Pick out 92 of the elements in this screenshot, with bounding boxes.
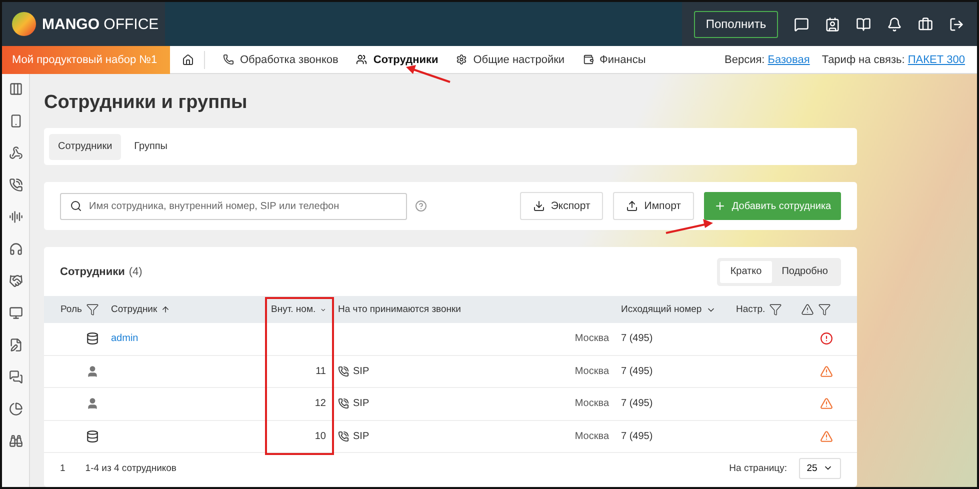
database-icon <box>86 430 99 443</box>
headset-icon[interactable] <box>8 242 22 256</box>
contact-icon[interactable] <box>825 16 840 32</box>
search-icon <box>70 200 82 212</box>
plus-icon <box>714 200 726 212</box>
column-header[interactable]: Настр. <box>736 304 766 315</box>
pagination-summary: 1-4 из 4 сотрудников <box>85 462 176 474</box>
page-title: Сотрудники и группы <box>44 92 248 114</box>
column-header[interactable]: Исходящий номер <box>621 304 702 315</box>
warning-icon <box>820 430 832 443</box>
filter-icon[interactable] <box>86 303 99 316</box>
binoculars-icon[interactable] <box>8 434 22 448</box>
briefcase-icon[interactable] <box>918 16 933 32</box>
help-icon[interactable] <box>415 200 427 212</box>
version-label: Версия: <box>724 54 765 66</box>
search-field[interactable]: Имя сотрудника, внутренний номер, SIP или телефон <box>60 192 407 220</box>
handshake-icon[interactable] <box>8 274 22 288</box>
tab[interactable]: Группы <box>125 134 176 160</box>
warning-icon <box>820 397 832 410</box>
person-icon <box>86 397 99 410</box>
edit-icon[interactable] <box>8 338 22 352</box>
outgoing-number: 7 (495) <box>621 430 653 442</box>
phone-call-icon[interactable] <box>8 178 22 192</box>
extension-number: 12 <box>314 398 326 410</box>
tariff-link[interactable]: ПАКЕТ 300 <box>908 54 965 66</box>
outgoing-number: 7 (495) <box>621 333 653 344</box>
column-header[interactable]: На что принимаются звонки <box>338 304 461 315</box>
sort-icon[interactable] <box>161 305 170 314</box>
chat-icon[interactable] <box>794 16 809 32</box>
phone-call-icon <box>338 398 349 410</box>
column-header[interactable]: Роль <box>60 304 82 315</box>
error-icon <box>820 332 832 346</box>
extension-number: 10 <box>314 430 326 442</box>
nav-item[interactable]: Обработка звонков <box>223 54 338 66</box>
webhook-icon[interactable] <box>8 146 22 160</box>
wallet-icon <box>582 54 594 65</box>
users-icon <box>356 54 368 65</box>
sound-wave-icon[interactable] <box>8 210 22 224</box>
tariff-label: Тариф на связь: <box>822 54 905 66</box>
phone-icon[interactable] <box>8 114 22 128</box>
settings-icon <box>456 54 468 65</box>
route-text: SIP <box>353 430 370 442</box>
pointer-arrow <box>406 65 450 83</box>
upload-icon <box>626 200 638 212</box>
topup-button[interactable]: Пополнить <box>694 10 778 38</box>
page-number[interactable]: 1 <box>60 462 66 474</box>
employee-link[interactable]: admin <box>111 333 138 344</box>
warning-icon <box>820 364 832 378</box>
columns-icon[interactable] <box>8 82 22 96</box>
column-header[interactable]: Сотрудник <box>111 304 158 315</box>
logo-icon <box>12 12 36 36</box>
outgoing-number: 7 (495) <box>621 366 653 377</box>
book-icon[interactable] <box>856 16 871 32</box>
export-button[interactable]: Экспорт <box>520 192 604 220</box>
download-icon <box>532 200 545 212</box>
city-text: Москва <box>574 398 609 410</box>
city-text: Москва <box>574 366 609 377</box>
outgoing-number: 7 (495) <box>621 398 653 410</box>
column-header[interactable]: Внут. ном. <box>271 304 316 315</box>
person-icon <box>86 364 99 378</box>
chat-icon[interactable] <box>8 370 22 384</box>
per-page-select[interactable]: 25 <box>799 458 841 478</box>
filter-icon[interactable] <box>818 303 831 316</box>
extension-number: 11 <box>316 366 326 377</box>
version-link[interactable]: Базовая <box>768 54 810 66</box>
per-page-label: На страницу: <box>729 462 787 474</box>
city-text: Москва <box>574 333 609 344</box>
phone-call-icon <box>338 366 349 377</box>
view-mode-button[interactable]: Кратко <box>720 260 772 282</box>
brand-name: MANGO OFFICE <box>42 16 159 32</box>
table-count: (4) <box>128 266 142 278</box>
database-icon <box>86 332 99 346</box>
city-text: Москва <box>574 430 609 442</box>
tab[interactable]: Сотрудники <box>49 134 122 160</box>
bell-icon[interactable] <box>887 16 902 32</box>
phone-call-icon <box>338 430 349 442</box>
warning-icon <box>801 303 814 316</box>
monitor-icon[interactable] <box>8 306 22 320</box>
view-mode-button[interactable]: Подробно <box>772 260 838 282</box>
table-title: Сотрудники <box>60 266 125 278</box>
nav-item[interactable]: Финансы <box>582 54 646 66</box>
logout-icon[interactable] <box>949 16 964 32</box>
nav-item[interactable]: Общие настройки <box>456 54 565 66</box>
import-button[interactable]: Импорт <box>613 192 694 220</box>
phone-icon <box>223 54 234 65</box>
home-icon <box>182 54 194 66</box>
route-text: SIP <box>353 398 370 410</box>
pie-chart-icon[interactable] <box>8 402 22 416</box>
route-text: SIP <box>353 366 370 377</box>
pointer-arrow <box>666 219 713 234</box>
filter-icon[interactable] <box>769 303 782 316</box>
nav-item[interactable]: Сотрудники <box>356 54 438 66</box>
